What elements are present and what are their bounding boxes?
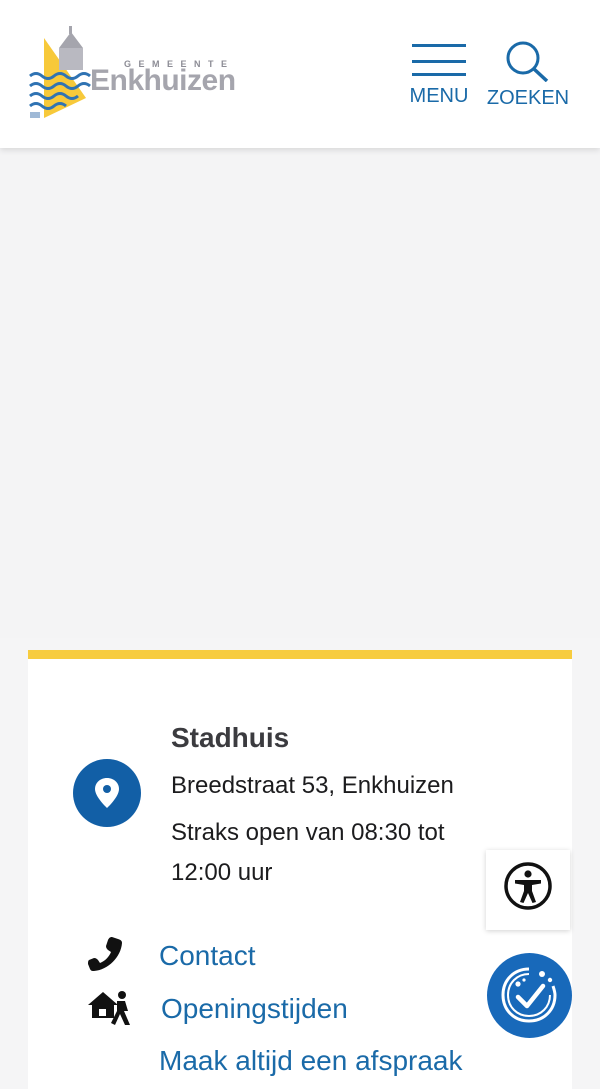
logo-emblem-icon [29,26,91,118]
hero-image-placeholder [0,148,600,638]
site-header: GEMEENTE Enkhuizen MENU ZOEKEN [0,0,600,148]
location-hours: Straks open van 08:30 tot 12:00 uur [171,819,445,886]
phone-icon [88,936,124,977]
cookie-check-icon [501,967,557,1023]
menu-label: MENU [409,85,469,107]
search-label: ZOEKEN [486,87,570,109]
logo-name: Enkhuizen [90,64,236,97]
afspraak-link-label: Maak altijd een afspraak [159,1045,463,1076]
cookie-settings-button[interactable] [487,953,572,1038]
location-address: Breedstraat 53, Enkhuizen [171,772,454,799]
contact-link-label: Contact [159,940,256,971]
search-icon [506,41,549,83]
menu-button[interactable]: MENU [406,40,472,108]
search-button[interactable]: ZOEKEN [482,40,574,110]
accessibility-icon [504,862,552,910]
logo-gemeente-enkhuizen[interactable]: GEMEENTE Enkhuizen [28,26,236,122]
house-walking-person-icon [86,987,132,1032]
openingstijden-link-label: Openingstijden [161,993,348,1024]
hamburger-icon [412,44,466,76]
location-pin-icon [73,759,141,827]
location-title: Stadhuis [171,722,290,753]
accessibility-button[interactable] [486,850,570,930]
